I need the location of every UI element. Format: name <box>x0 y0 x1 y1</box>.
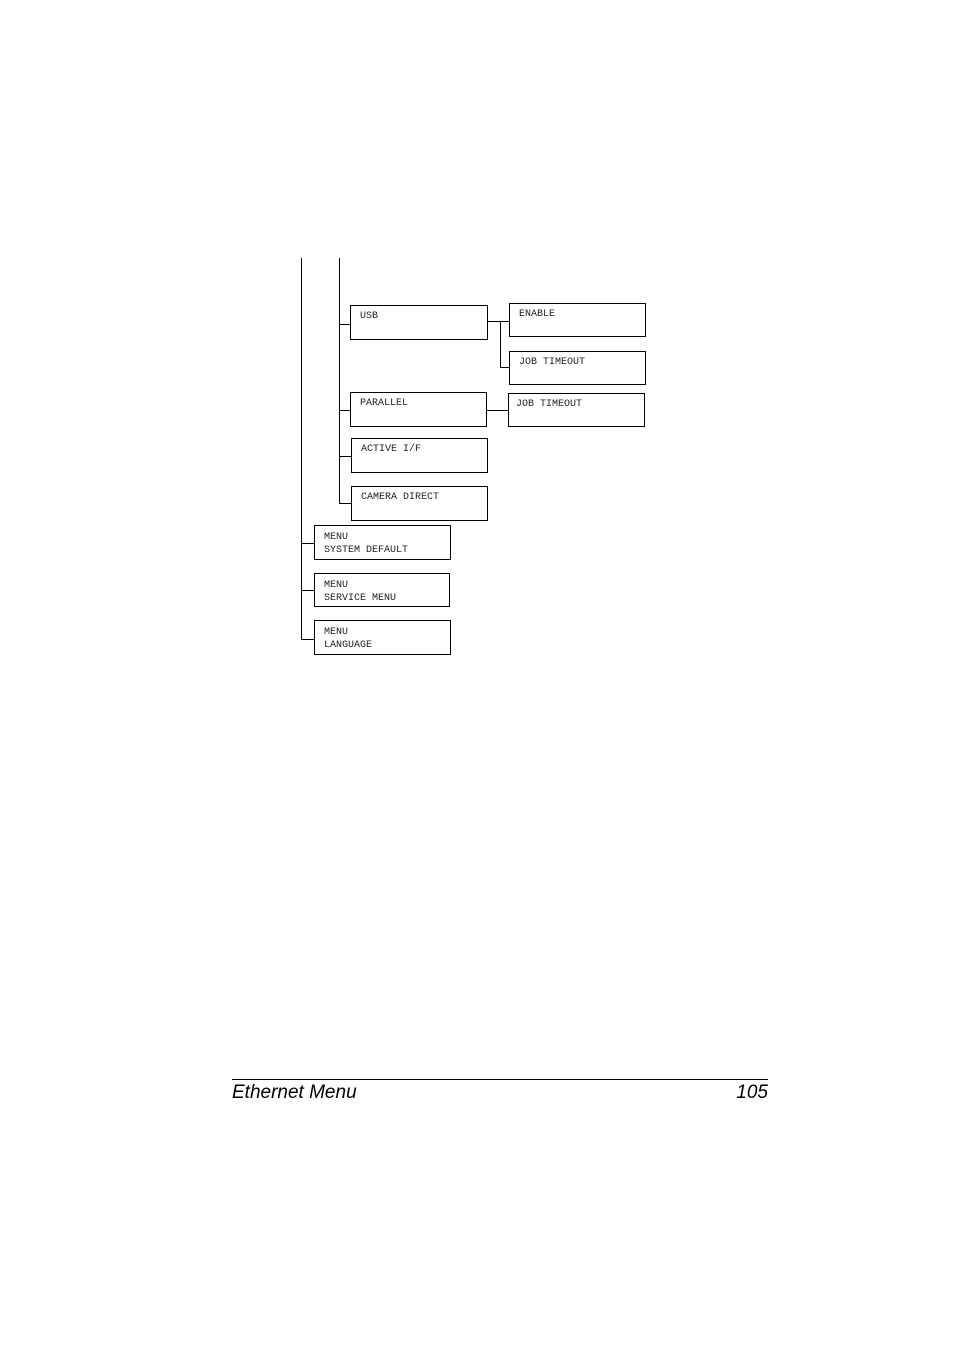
inner-trunk-line <box>339 258 340 503</box>
connector-usb-vertical <box>500 321 501 368</box>
outer-trunk-line <box>301 258 302 640</box>
node-parallel: PARALLEL <box>350 392 487 427</box>
footer-rule <box>232 1079 768 1080</box>
connector-active-if <box>339 456 351 457</box>
footer-page-number: 105 <box>736 1082 768 1103</box>
node-usb: USB <box>350 305 488 340</box>
connector-parallel-out <box>487 410 509 411</box>
node-parallel-job-timeout: JOB TIMEOUT <box>508 393 645 427</box>
node-usb-enable: ENABLE <box>509 303 646 337</box>
connector-language <box>301 639 315 640</box>
node-system-default: MENU SYSTEM DEFAULT <box>314 525 451 560</box>
node-active-if: ACTIVE I/F <box>351 438 488 473</box>
footer-section-title: Ethernet Menu <box>232 1082 357 1103</box>
connector-camera-direct <box>339 503 351 504</box>
node-service-menu: MENU SERVICE MENU <box>314 573 450 607</box>
node-camera-direct: CAMERA DIRECT <box>351 486 488 521</box>
connector-system-default <box>301 543 315 544</box>
connector-usb-out <box>487 321 510 322</box>
connector-service-menu <box>301 590 315 591</box>
node-usb-job-timeout: JOB TIMEOUT <box>509 351 646 385</box>
node-language: MENU LANGUAGE <box>314 620 451 655</box>
